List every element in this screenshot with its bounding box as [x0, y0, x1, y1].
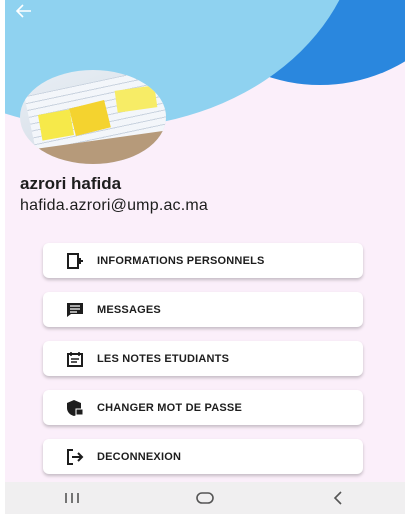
menu-label: INFORMATIONS PERSONNELS	[97, 254, 265, 267]
recents-icon[interactable]	[52, 486, 92, 510]
user-email: hafida.azrori@ump.ac.ma	[20, 197, 209, 214]
profile-screen: azrori hafida hafida.azrori@ump.ac.ma IN…	[5, 0, 405, 514]
messages-button[interactable]: MESSAGES	[43, 292, 363, 327]
informations-personnels-button[interactable]: INFORMATIONS PERSONNELS	[43, 243, 363, 278]
menu-label: LES NOTES ETUDIANTS	[97, 352, 230, 365]
user-name: azrori hafida	[20, 174, 122, 193]
menu-label: MESSAGES	[97, 303, 161, 316]
avatar	[20, 70, 166, 164]
deconnexion-button[interactable]: DECONNEXION	[43, 439, 363, 474]
notes-icon	[65, 349, 85, 369]
menu-label: DECONNEXION	[97, 450, 182, 463]
shield-lock-icon	[65, 398, 85, 418]
menu-label: CHANGER MOT DE PASSE	[97, 401, 242, 414]
changer-mot-de-passe-button[interactable]: CHANGER MOT DE PASSE	[43, 390, 363, 425]
person-card-icon	[65, 251, 85, 271]
back-chevron-icon[interactable]	[318, 486, 358, 510]
back-arrow-icon[interactable]	[13, 2, 35, 22]
system-navigation-bar	[5, 482, 405, 514]
home-icon[interactable]	[185, 486, 225, 510]
les-notes-etudiants-button[interactable]: LES NOTES ETUDIANTS	[43, 341, 363, 376]
message-icon	[65, 300, 85, 320]
logout-icon	[65, 447, 85, 467]
